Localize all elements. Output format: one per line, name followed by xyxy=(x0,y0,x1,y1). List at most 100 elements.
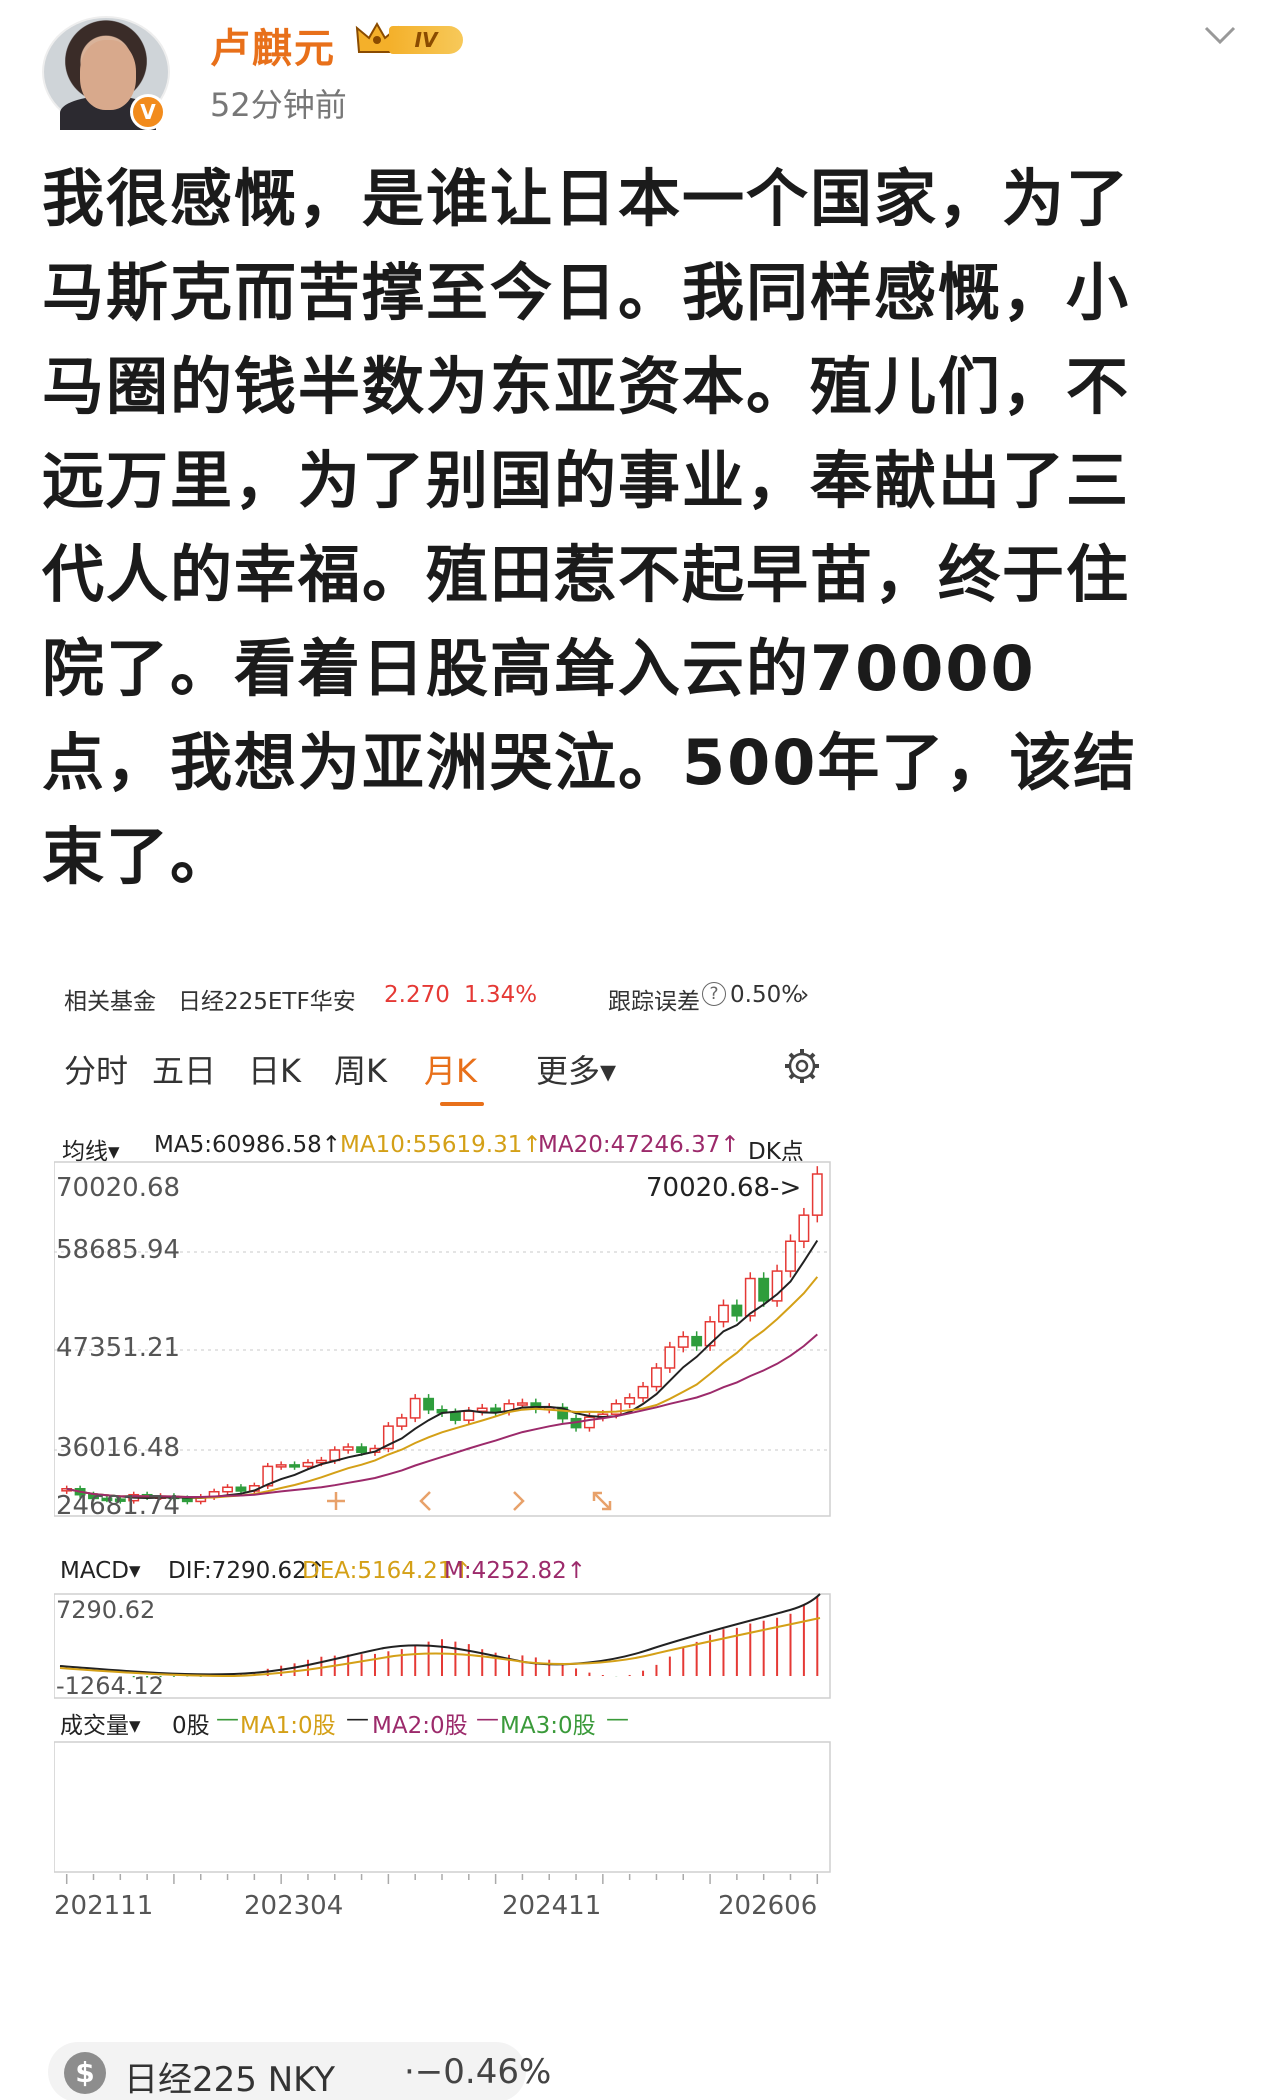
fund-name: 日经225ETF华安 xyxy=(178,989,356,1015)
post-line: 束了。 xyxy=(42,820,235,893)
x-tick-label: 202606 xyxy=(718,1891,817,1920)
candle-body xyxy=(516,1402,528,1406)
macd-legend: MACD▾ DIF:7290.62↑ DEA:5164.21↑ M:4252.8… xyxy=(60,1558,840,1592)
candle-body xyxy=(691,1335,703,1347)
candle-body xyxy=(811,1173,823,1216)
volume-dash-1: — xyxy=(216,1706,239,1732)
candle-body xyxy=(731,1304,743,1317)
ma20-label: MA20:47246.37↑ xyxy=(538,1132,740,1158)
candle-body xyxy=(289,1464,301,1468)
post-image[interactable]: 相关基金 日经225ETF华安 2.270 1.34% 跟踪误差 ? 0.50%… xyxy=(48,960,838,1960)
vip-level: IV xyxy=(389,26,463,54)
candle-body xyxy=(624,1397,636,1405)
y-tick-bottom: 24681.74 xyxy=(56,1491,180,1518)
tracking-label: 跟踪误差 xyxy=(608,989,700,1015)
ticker-change: ·−0.46% xyxy=(404,2052,552,2092)
candle-body xyxy=(275,1464,287,1468)
help-icon[interactable]: ? xyxy=(702,982,726,1006)
macd-top-tick: 7290.62 xyxy=(56,1596,155,1624)
candle-body xyxy=(342,1446,354,1451)
post-line: 院了。看着日股高耸入云的70000 xyxy=(42,632,1036,705)
y-tick-2: 58685.94 xyxy=(56,1235,180,1265)
post-line: 远万里，为了别国的事业，奉献出了三 xyxy=(42,444,1131,517)
volume-value: 0股 xyxy=(172,1713,210,1739)
price-chart[interactable]: 70020.68 58685.94 47351.21 36016.48 2468… xyxy=(54,1160,832,1518)
post-line: 马圈的钱半数为东亚资本。殖儿们，不 xyxy=(42,350,1131,423)
dollar-coin-icon: $ xyxy=(64,2052,106,2094)
fund-change: 1.34% xyxy=(464,982,538,1008)
high-annotation: 70020.68-> xyxy=(646,1173,801,1203)
candle-body xyxy=(315,1459,327,1464)
avatar-face xyxy=(80,40,136,110)
volume-dash-2: — xyxy=(346,1706,369,1732)
tab-week-k[interactable]: 周K xyxy=(334,1046,387,1092)
candle-body xyxy=(476,1407,488,1412)
volume-chart: 202111 202304 202411 202606 xyxy=(54,1741,831,1920)
vol-ma1-label: MA1:0股 xyxy=(240,1713,336,1739)
chevron-down-icon[interactable] xyxy=(1200,20,1240,50)
tab-fenshi[interactable]: 分时 xyxy=(64,1046,128,1092)
stock-ticker-chip[interactable]: $ 日经225 NKY ·−0.46% xyxy=(48,2042,551,2100)
x-axis-ticks xyxy=(65,1874,819,1884)
user-name[interactable]: 卢麒元 xyxy=(210,16,336,74)
candle-body xyxy=(396,1417,408,1427)
candle-body xyxy=(758,1277,770,1302)
candle-body xyxy=(463,1410,475,1421)
m-label: M:4252.82↑ xyxy=(444,1558,586,1584)
x-tick-label: 202304 xyxy=(244,1891,343,1920)
candle-body xyxy=(181,1497,193,1503)
active-tab-indicator xyxy=(440,1102,484,1106)
macd-title[interactable]: MACD▾ xyxy=(60,1558,141,1584)
vol-ma2-label: MA2:0股 xyxy=(372,1713,468,1739)
tab-day-k[interactable]: 日K xyxy=(248,1046,301,1092)
candle-body xyxy=(718,1304,729,1323)
macd-chart[interactable]: 7290.62 -1264.12 xyxy=(54,1592,832,1700)
macd-bottom-tick: -1264.12 xyxy=(56,1672,164,1700)
volume-legend: 成交量▾ 0股 — MA1:0股 — MA2:0股 — MA3:0股 — xyxy=(60,1706,840,1740)
candle-body xyxy=(664,1346,676,1369)
volume-title[interactable]: 成交量▾ xyxy=(60,1706,141,1740)
post-line: 代人的幸福。殖田惹不起早苗，终于住 xyxy=(42,538,1131,611)
y-tick-top: 70020.68 xyxy=(56,1173,180,1203)
vol-ma3-label: MA3:0股 xyxy=(500,1713,596,1739)
chevron-right-icon[interactable]: › xyxy=(800,982,809,1008)
candle-body xyxy=(356,1446,368,1453)
ma5-label: MA5:60986.58↑ xyxy=(154,1132,341,1158)
y-tick-4: 36016.48 xyxy=(56,1433,180,1463)
vip-badge[interactable]: IV xyxy=(355,18,467,58)
candle-body xyxy=(490,1407,502,1412)
post-header: V 卢麒元 IV 52分钟前 xyxy=(0,0,1280,140)
candle-body xyxy=(677,1335,689,1348)
post-body: 我很感慨，是谁让日本一个国家，为了 马斯克而苦撑至今日。我同样感慨，小 马圈的钱… xyxy=(42,152,1242,904)
y-tick-3: 47351.21 xyxy=(56,1333,180,1363)
candle-body xyxy=(222,1486,233,1493)
verified-badge-icon: V xyxy=(130,94,166,130)
tab-more[interactable]: 更多▾ xyxy=(536,1046,616,1092)
candle-body xyxy=(423,1397,435,1411)
candle-body xyxy=(409,1397,421,1419)
post-time: 52分钟前 xyxy=(210,86,347,124)
candle-body xyxy=(302,1461,314,1468)
ma10-label: MA10:55619.31↑ xyxy=(340,1132,542,1158)
post-line: 点，我想为亚洲哭泣。500年了，该结 xyxy=(42,726,1138,799)
ticker-name: 日经225 NKY xyxy=(124,2060,335,2100)
volume-dash-3: — xyxy=(476,1706,499,1732)
x-tick-label: 202111 xyxy=(54,1891,153,1920)
x-tick-label: 202411 xyxy=(502,1891,601,1920)
candle-body xyxy=(651,1367,662,1388)
candle-body xyxy=(449,1411,461,1421)
post-line: 我很感慨，是谁让日本一个国家，为了 xyxy=(42,162,1131,235)
candle-body xyxy=(785,1240,796,1272)
candle-body xyxy=(798,1214,810,1242)
candle-body xyxy=(235,1486,247,1492)
chart-tabs: 分时 五日 日K 周K 月K 更多▾ xyxy=(64,1046,824,1106)
tab-month-k[interactable]: 月K xyxy=(424,1046,477,1092)
tab-five-day[interactable]: 五日 xyxy=(152,1046,216,1092)
fund-row[interactable]: 相关基金 日经225ETF华安 2.270 1.34% 跟踪误差 ? 0.50%… xyxy=(64,982,824,1018)
fund-label: 相关基金 xyxy=(64,989,156,1015)
gear-icon[interactable] xyxy=(782,1046,822,1086)
candle-body xyxy=(329,1449,341,1462)
post-line: 马斯克而苦撑至今日。我同样感慨，小 xyxy=(42,256,1131,329)
fund-price: 2.270 xyxy=(384,982,450,1008)
candle-body xyxy=(637,1385,649,1399)
